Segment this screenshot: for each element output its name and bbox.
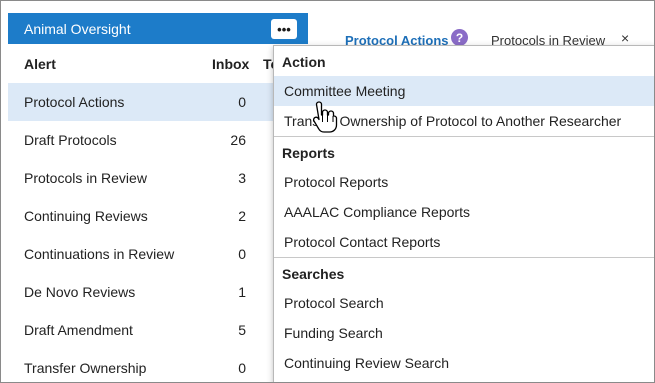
alert-row[interactable]: Draft Amendment 5 bbox=[8, 311, 308, 349]
alert-row[interactable]: Protocols in Review 3 bbox=[8, 159, 308, 197]
alert-inbox-count: 0 bbox=[238, 94, 246, 110]
menu-item-continuing-review-search[interactable]: Continuing Review Search bbox=[274, 348, 654, 378]
alert-name: Protocol Actions bbox=[24, 94, 125, 110]
app-frame: Protocol Actions ? Protocols in Review ×… bbox=[0, 0, 655, 383]
menu-item-aaalac-compliance-reports[interactable]: AAALAC Compliance Reports bbox=[274, 197, 654, 227]
close-icon[interactable]: × bbox=[621, 30, 629, 46]
menu-item-protocol-search[interactable]: Protocol Search bbox=[274, 288, 654, 318]
menu-section-searches-title: Searches bbox=[282, 266, 345, 282]
alert-name: Transfer Ownership bbox=[24, 360, 147, 376]
panel-title: Animal Oversight bbox=[24, 21, 131, 37]
menu-item-protocol-reports[interactable]: Protocol Reports bbox=[274, 167, 654, 197]
alert-inbox-count: 3 bbox=[238, 170, 246, 186]
alert-inbox-count: 0 bbox=[238, 246, 246, 262]
alert-name: Continuations in Review bbox=[24, 246, 175, 262]
ellipsis-icon[interactable]: ••• bbox=[271, 19, 297, 39]
alert-row[interactable]: Continuations in Review 0 bbox=[8, 235, 308, 273]
alert-row[interactable]: Continuing Reviews 2 bbox=[8, 197, 308, 235]
alert-list: Protocol Actions 0 Draft Protocols 26 Pr… bbox=[8, 83, 308, 382]
menu-item-transfer-ownership[interactable]: Transfer Ownership of Protocol to Anothe… bbox=[274, 106, 654, 136]
menu-section-action-title: Action bbox=[282, 54, 326, 70]
alert-name: Draft Protocols bbox=[24, 132, 117, 148]
alert-inbox-count: 2 bbox=[238, 208, 246, 224]
alert-name: Protocols in Review bbox=[24, 170, 147, 186]
panel-header: Animal Oversight ••• bbox=[8, 13, 308, 44]
alert-inbox-count: 26 bbox=[230, 132, 246, 148]
menu-item-protocol-contact-reports[interactable]: Protocol Contact Reports bbox=[274, 227, 654, 257]
menu-item-committee-meeting[interactable]: Committee Meeting bbox=[274, 76, 654, 106]
help-icon[interactable]: ? bbox=[451, 29, 468, 46]
column-header-inbox: Inbox bbox=[212, 56, 250, 72]
alert-name: Continuing Reviews bbox=[24, 208, 148, 224]
column-header-alert: Alert bbox=[24, 56, 56, 72]
alert-name: Draft Amendment bbox=[24, 322, 133, 338]
column-headers: Alert Inbox To bbox=[8, 44, 308, 78]
alert-row[interactable]: Draft Protocols 26 bbox=[8, 121, 308, 159]
actions-dropdown-menu: Action Committee Meeting Transfer Owners… bbox=[273, 45, 654, 382]
alert-name: De Novo Reviews bbox=[24, 284, 136, 300]
alert-inbox-count: 0 bbox=[238, 360, 246, 376]
alert-row[interactable]: Transfer Ownership 0 bbox=[8, 349, 308, 382]
alert-inbox-count: 1 bbox=[238, 284, 246, 300]
animal-oversight-panel: Animal Oversight ••• Alert Inbox To Prot… bbox=[8, 13, 308, 382]
menu-section-reports-title: Reports bbox=[282, 145, 335, 161]
alert-row[interactable]: De Novo Reviews 1 bbox=[8, 273, 308, 311]
alert-inbox-count: 5 bbox=[238, 322, 246, 338]
menu-item-funding-search[interactable]: Funding Search bbox=[274, 318, 654, 348]
alert-row[interactable]: Protocol Actions 0 bbox=[8, 83, 308, 121]
